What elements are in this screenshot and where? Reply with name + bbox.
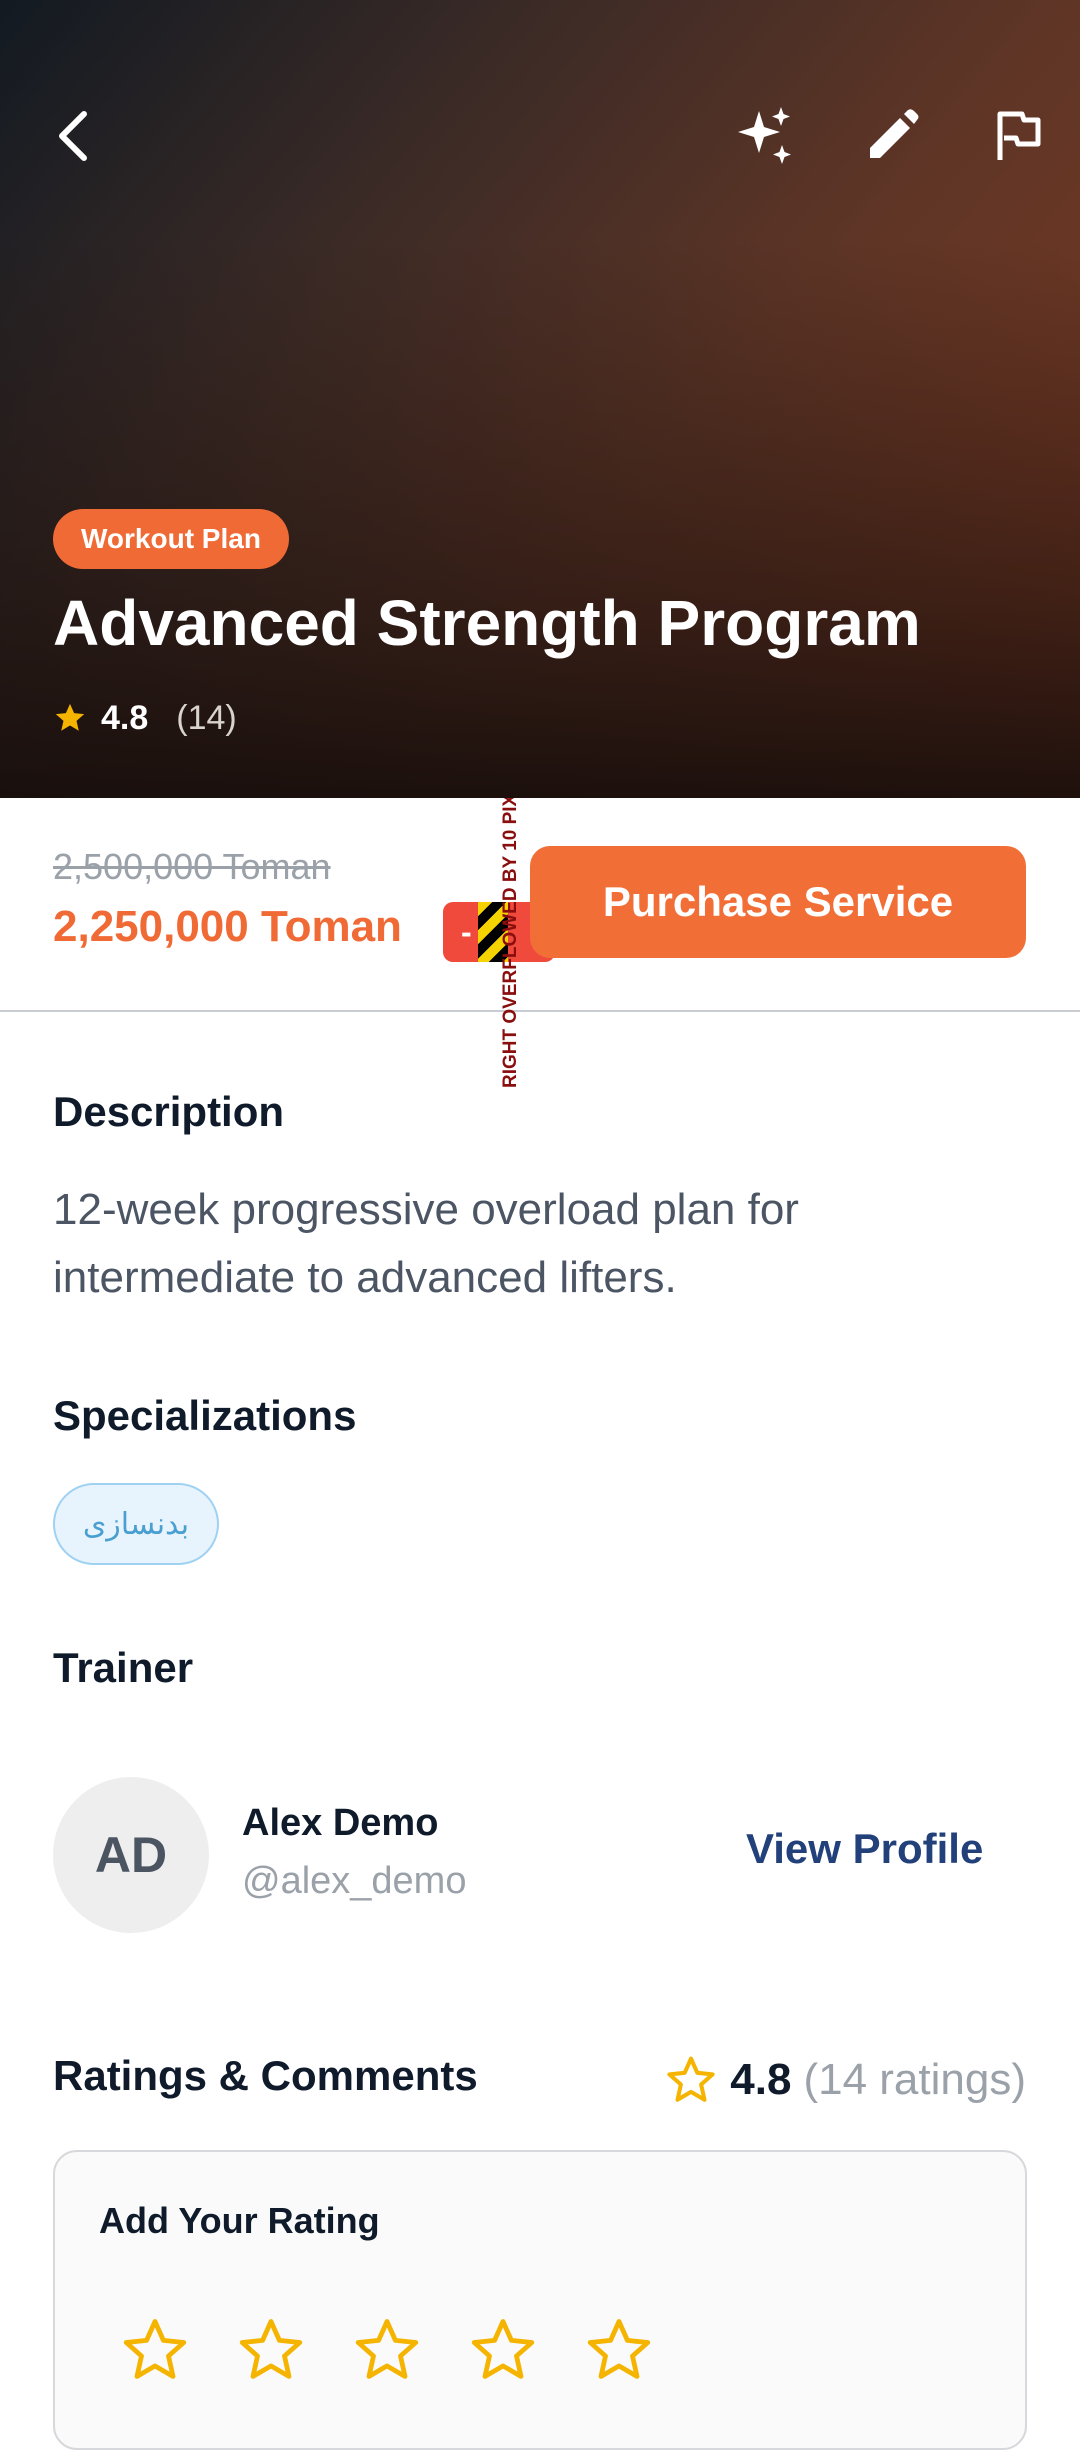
back-icon (59, 111, 87, 161)
flag-icon (997, 111, 1041, 160)
edit-icon (870, 109, 919, 158)
ratings-summary: 4.8 (14 ratings) (664, 2052, 1026, 2108)
description-heading: Description (53, 1088, 285, 1135)
trainer-avatar[interactable]: AD (53, 1777, 209, 1933)
purchase-button[interactable]: Purchase Service (530, 846, 1026, 958)
rating-star-2-icon[interactable] (235, 2314, 307, 2386)
discount-label: - (461, 914, 472, 950)
description-text: 12-week progressive overload plan for in… (53, 1185, 799, 1302)
add-rating-card: Add Your Rating (53, 2150, 1027, 2450)
header-rating: 4.8 (14) (53, 693, 237, 743)
rating-star-4-icon[interactable] (467, 2314, 539, 2386)
ratings-average: 4.8 (730, 2055, 792, 2104)
trainer-handle: @alex_demo (242, 1860, 467, 1902)
original-price: 2,500,000 Toman (53, 846, 331, 887)
price-bar: 2,500,000 Toman 2,250,000 Toman - Purcha… (0, 798, 1080, 1012)
back-button[interactable] (32, 96, 112, 176)
sparkle-icon (738, 107, 791, 164)
star-outline-icon (667, 2056, 715, 2102)
star-icon (55, 703, 85, 731)
add-rating-title: Add Your Rating (99, 2200, 380, 2241)
report-button[interactable] (978, 96, 1058, 176)
ratings-count: (14 ratings) (803, 2055, 1026, 2104)
category-badge: Workout Plan (53, 509, 289, 569)
rating-value: 4.8 (101, 698, 149, 737)
overflow-warning: RIGHT OVERFLOWED BY 10 PIXELS (500, 798, 521, 1088)
hero-banner: Workout Plan Advanced Strength Program 4… (0, 0, 1080, 798)
specialization-chip: بدنسازی (53, 1483, 219, 1565)
rating-count: (14) (176, 698, 237, 737)
rating-stars (119, 2314, 655, 2386)
edit-button[interactable] (852, 96, 932, 176)
trainer-name: Alex Demo (242, 1802, 439, 1844)
ratings-heading: Ratings & Comments (53, 2052, 478, 2099)
discounted-price: 2,250,000 Toman (53, 902, 402, 951)
trainer-heading: Trainer (53, 1644, 194, 1691)
rating-star-1-icon[interactable] (119, 2314, 191, 2386)
program-title: Advanced Strength Program (53, 587, 921, 659)
ai-sparkle-button[interactable] (726, 96, 806, 176)
specializations-heading: Specializations (53, 1392, 357, 1439)
rating-star-5-icon[interactable] (583, 2314, 655, 2386)
view-profile-link[interactable]: View Profile (746, 1825, 983, 1873)
rating-star-3-icon[interactable] (351, 2314, 423, 2386)
